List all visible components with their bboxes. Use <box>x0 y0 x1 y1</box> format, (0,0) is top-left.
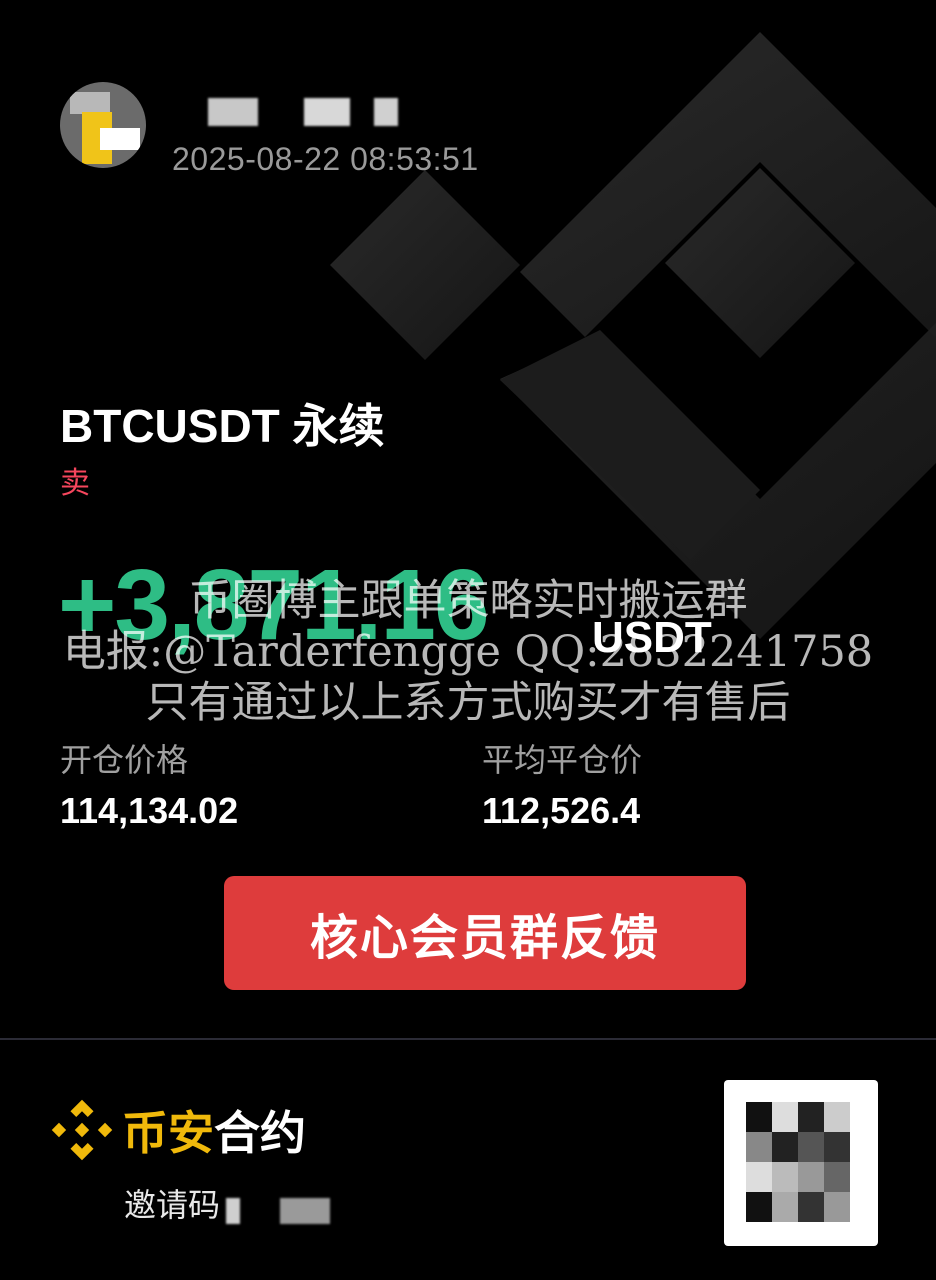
username-redacted <box>374 98 398 126</box>
brand: 币安 合约 <box>46 1094 306 1166</box>
close-price-value: 112,526.4 <box>482 790 641 831</box>
feedback-button[interactable]: 核心会员群反馈 <box>224 876 746 990</box>
watermark-line: 只有通过以上系方式购买才有售后 <box>145 678 791 728</box>
invite-code-redacted <box>280 1198 330 1224</box>
binance-logo-icon <box>51 1099 113 1161</box>
qr-code[interactable] <box>724 1080 878 1246</box>
avatar[interactable] <box>60 82 146 168</box>
invite-code-redacted <box>226 1198 240 1224</box>
username-redacted <box>304 98 350 126</box>
username-redacted <box>208 98 258 126</box>
entry-price-value: 114,134.02 <box>60 790 239 831</box>
entry-price-label: 开仓价格 <box>60 742 189 778</box>
brand-name-part2: 合约 <box>214 1107 306 1159</box>
brand-name-part1: 币安 <box>122 1107 214 1159</box>
divider <box>0 1038 936 1040</box>
invite-code-label: 邀请码 <box>124 1187 221 1223</box>
trading-pair: BTCUSDT 永续 <box>60 400 385 452</box>
timestamp: 2025-08-22 08:53:51 <box>172 141 479 177</box>
close-price-label: 平均平仓价 <box>482 742 643 778</box>
position-side: 卖 <box>60 467 90 500</box>
